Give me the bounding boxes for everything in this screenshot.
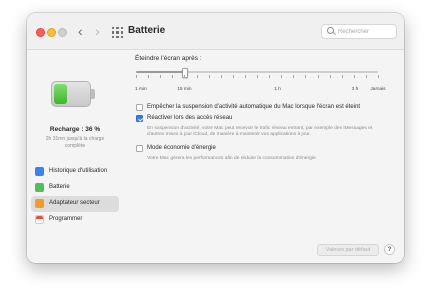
sidebar-item-label: Historique d'utilisation: [49, 168, 108, 174]
system-preferences-window: ‹ › Batterie Recharge : 36 % 2h 31mn jus…: [27, 13, 404, 263]
search-field[interactable]: [321, 24, 397, 39]
slider-tick: [184, 75, 185, 78]
slider-tick: [378, 75, 379, 78]
low-power-mode-checkbox[interactable]: [136, 145, 143, 152]
chart-bar-icon: [35, 167, 44, 176]
close-window-button[interactable]: [36, 28, 45, 37]
sidebar-nav: Historique d'utilisation Batterie Adapta…: [31, 164, 119, 228]
slider-tick: [220, 75, 222, 78]
calendar-icon: [35, 215, 44, 224]
slider-tick: [281, 75, 282, 78]
help-button[interactable]: ?: [384, 244, 395, 255]
chevron-right-icon[interactable]: ›: [95, 23, 100, 39]
search-icon: [327, 27, 334, 34]
low-power-mode-label[interactable]: Mode économie d'énergie: [147, 145, 216, 151]
wake-network-label[interactable]: Réactiver lors des accès réseau: [147, 115, 232, 121]
sidebar-item-schedule[interactable]: Programmer: [31, 212, 119, 228]
grid-view-icon[interactable]: [112, 27, 123, 38]
slider-tick: [148, 75, 149, 78]
slider-tick: [293, 75, 294, 78]
low-power-mode-description: Votre Mac gérera les performances afin d…: [147, 156, 318, 161]
wake-network-description: En suspension d'activité, votre Mac peut…: [147, 126, 373, 138]
slider-tick: [341, 75, 343, 78]
slider-tick: [305, 75, 306, 78]
window-title: Batterie: [128, 25, 166, 36]
slider-tick: [365, 75, 367, 78]
slider-tick: [329, 75, 331, 78]
slider-tick: [257, 75, 258, 78]
power-plug-icon: [35, 199, 44, 208]
slider-tick-label: Jamais: [370, 87, 386, 92]
slider-tick: [269, 75, 270, 78]
slider-thumb[interactable]: [182, 68, 189, 78]
sidebar-item-label: Batterie: [49, 184, 70, 190]
display-sleep-slider[interactable]: [136, 67, 379, 79]
slider-tick: [172, 75, 173, 78]
minimize-window-button[interactable]: [47, 28, 56, 37]
sidebar-item-label: Programmer: [49, 216, 83, 222]
slider-tick: [196, 75, 197, 78]
wake-network-checkbox[interactable]: [136, 115, 143, 122]
slider-tick: [353, 75, 355, 78]
battery-icon: [35, 183, 44, 192]
prevent-sleep-checkbox[interactable]: [136, 104, 143, 111]
zoom-window-button[interactable]: [58, 28, 67, 37]
slider-tick: [136, 75, 137, 78]
slider-tick-label: 3 h: [351, 87, 359, 92]
settings-panel: Éteindre l'écran après : 1 min 15 min 1 …: [132, 50, 400, 263]
sidebar-item-battery[interactable]: Batterie: [31, 180, 119, 196]
title-bar: ‹ › Batterie: [27, 13, 404, 50]
slider-tick: [232, 75, 234, 78]
slider-tick: [208, 75, 210, 78]
sidebar-item-usage-history[interactable]: Historique d'utilisation: [31, 164, 119, 180]
display-sleep-title: Éteindre l'écran après :: [135, 55, 202, 62]
sidebar-item-label: Adaptateur secteur: [49, 200, 100, 206]
slider-tick-label: 1 min: [135, 87, 147, 92]
slider-tick-label: 15 min: [177, 87, 192, 92]
slider-tick: [317, 75, 318, 78]
slider-fill: [136, 71, 185, 73]
chevron-left-icon[interactable]: ‹: [78, 23, 83, 39]
search-input[interactable]: [338, 26, 394, 37]
prevent-sleep-label[interactable]: Empêcher la suspension d'activité automa…: [147, 104, 360, 110]
slider-tick: [244, 75, 246, 78]
slider-tick-label: 1 h: [274, 87, 281, 92]
battery-status-icon: [51, 81, 95, 107]
charge-status-label: Recharge : 36 %: [49, 126, 101, 133]
slider-tick: [160, 75, 161, 78]
charge-time-remaining: 2h 31mn jusqu'à la charge complète: [45, 136, 105, 149]
restore-defaults-button[interactable]: Valeurs par défaut: [317, 244, 379, 256]
sidebar-item-power-adapter[interactable]: Adaptateur secteur: [31, 196, 119, 212]
sidebar: Recharge : 36 % 2h 31mn jusqu'à la charg…: [27, 50, 123, 263]
